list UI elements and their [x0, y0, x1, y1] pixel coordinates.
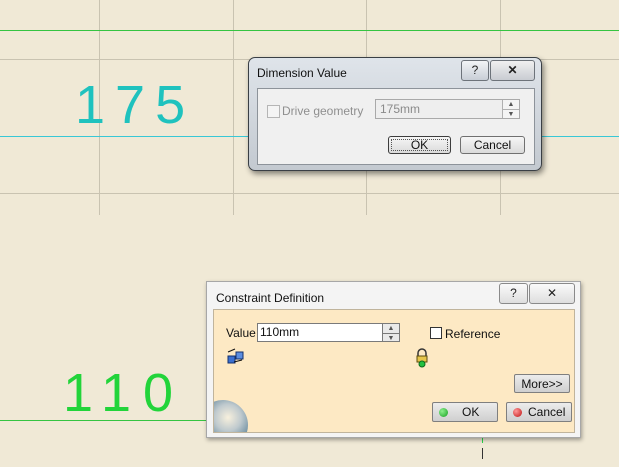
dialog-title: Constraint Definition: [216, 291, 325, 305]
close-icon: ✕: [507, 63, 518, 77]
spin-up-icon[interactable]: ▲: [503, 100, 519, 109]
dialog-body: Drive geometry 175mm ▲ ▼ OK Cancel: [257, 88, 535, 165]
value-field[interactable]: 110mm ▲ ▼: [257, 323, 400, 342]
help-button[interactable]: ?: [461, 60, 489, 81]
constraint-elements-icon[interactable]: [226, 348, 246, 366]
value-spinner[interactable]: ▲ ▼: [382, 324, 399, 342]
lock-icon[interactable]: [415, 348, 429, 368]
cancel-red-icon: [513, 408, 522, 417]
constraint-definition-dialog: Constraint Definition ? ✕ Value 110mm ▲ …: [206, 281, 581, 438]
value-label: Value: [226, 326, 256, 340]
cancel-label: Cancel: [528, 405, 566, 419]
reference-label: Reference: [445, 327, 501, 341]
dimension-value-text: 175mm: [380, 102, 421, 116]
dialog-body: Value 110mm ▲ ▼ Reference More>> OK Canc…: [213, 309, 575, 433]
close-button[interactable]: ✕: [529, 283, 575, 304]
spin-down-icon[interactable]: ▼: [383, 332, 399, 342]
drive-geometry-checkbox[interactable]: [267, 105, 280, 118]
grid-line: [233, 0, 234, 215]
help-icon: ?: [510, 286, 517, 300]
dimension-value-175[interactable]: 175: [75, 78, 195, 132]
dimension-value-110[interactable]: 110: [63, 366, 185, 420]
spin-up-icon[interactable]: ▲: [383, 324, 399, 333]
drive-geometry-label: Drive geometry: [282, 104, 364, 118]
ok-label: OK: [462, 405, 480, 419]
ok-green-icon: [439, 408, 448, 417]
help-button[interactable]: ?: [499, 283, 528, 304]
ok-button[interactable]: OK: [388, 136, 451, 154]
dimension-value-dialog: Dimension Value ? ✕ Drive geometry 175mm…: [248, 57, 542, 171]
axis-tick: [482, 448, 483, 459]
constraint-line: [0, 30, 619, 31]
cancel-button[interactable]: Cancel: [460, 136, 525, 154]
close-icon: ✕: [546, 286, 558, 300]
globe-logo-icon: [214, 400, 248, 432]
ok-label: OK: [410, 138, 429, 152]
more-button[interactable]: More>>: [514, 374, 570, 393]
dialog-title: Dimension Value: [257, 66, 347, 80]
help-icon: ?: [471, 63, 479, 77]
cancel-label: Cancel: [473, 138, 512, 152]
close-button[interactable]: ✕: [490, 60, 535, 81]
reference-checkbox[interactable]: [430, 327, 442, 339]
cancel-button[interactable]: Cancel: [506, 402, 572, 422]
spin-down-icon[interactable]: ▼: [503, 109, 519, 118]
more-label: More>>: [521, 377, 563, 391]
value-spinner[interactable]: ▲ ▼: [502, 100, 519, 118]
ok-button[interactable]: OK: [432, 402, 498, 422]
dimension-value-field[interactable]: 175mm ▲ ▼: [375, 99, 520, 119]
grid-line: [0, 193, 619, 194]
value-text: 110mm: [260, 325, 300, 339]
